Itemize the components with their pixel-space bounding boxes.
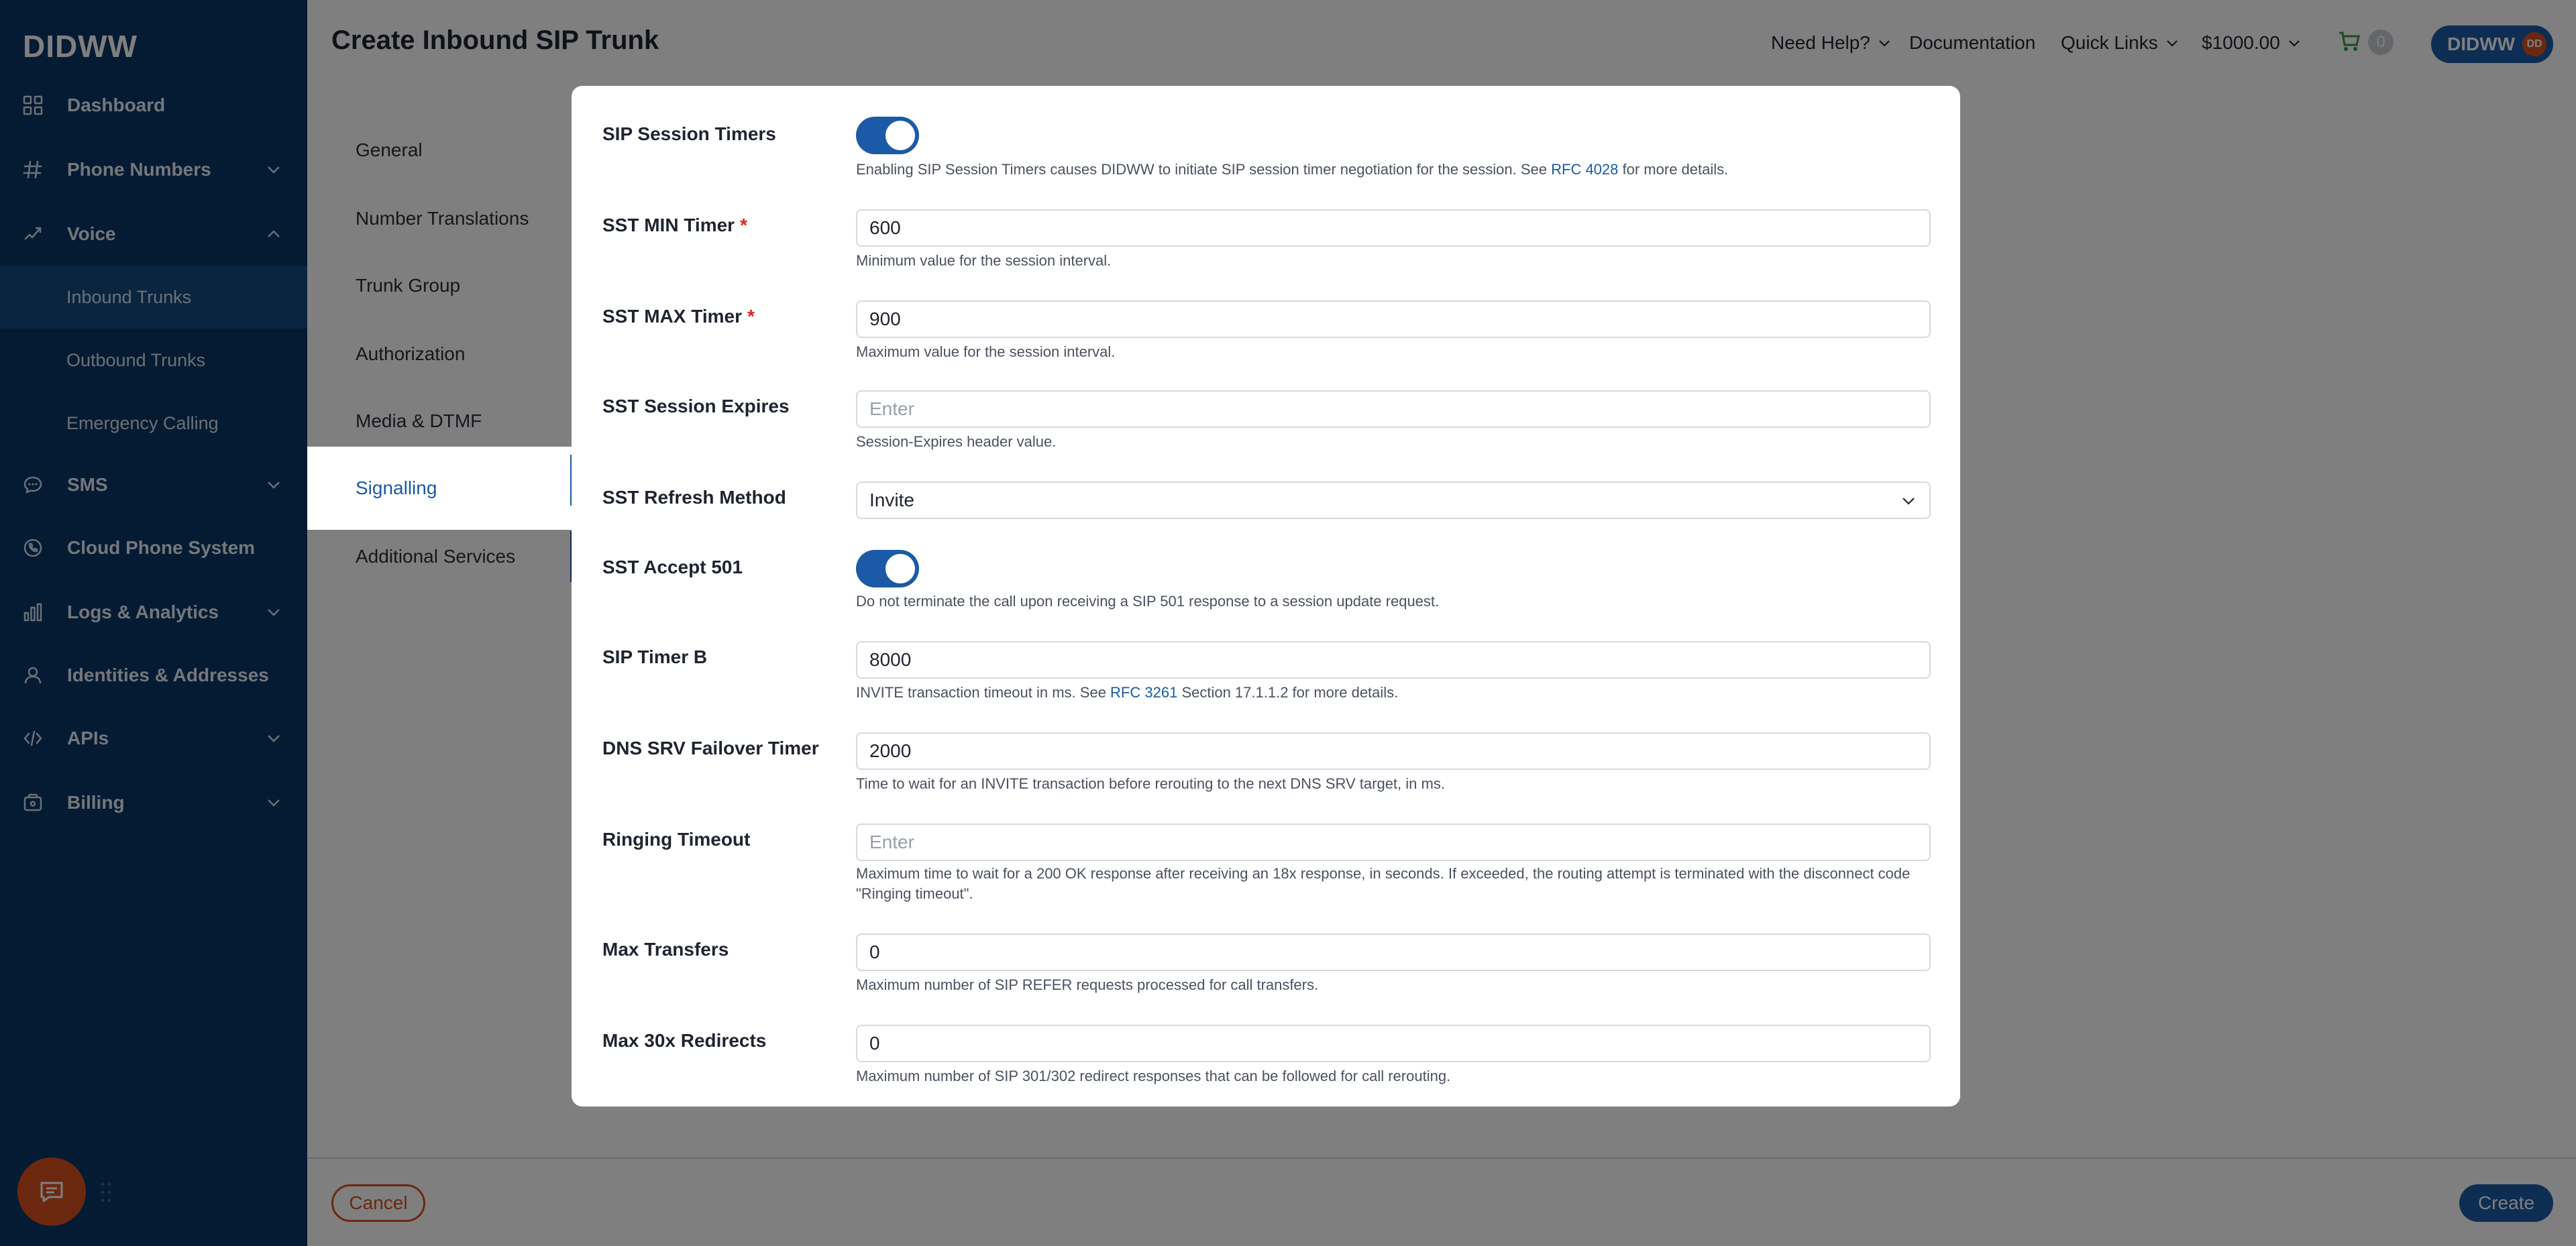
field-help: Do not terminate the call upon receiving… bbox=[856, 593, 1440, 610]
max-transfers-input[interactable]: 0 bbox=[856, 933, 1931, 971]
field-help: Enabling SIP Session Timers causes DIDWW… bbox=[856, 160, 1931, 180]
help-text: Enabling SIP Session Timers causes DIDWW… bbox=[856, 161, 1552, 178]
rfc-3261-link[interactable]: RFC 3261 bbox=[1110, 684, 1177, 701]
sst-accept-501-toggle[interactable] bbox=[856, 550, 919, 587]
toggle-knob bbox=[885, 121, 915, 150]
max-30x-redirects-input[interactable]: 0 bbox=[856, 1025, 1931, 1062]
sst-max-timer-input[interactable]: 900 bbox=[856, 300, 1931, 338]
field-help: Time to wait for an INVITE transaction b… bbox=[856, 775, 1445, 792]
select-value: Invite bbox=[869, 490, 914, 510]
field-label: DNS SRV Failover Timer bbox=[602, 738, 819, 758]
field-help: Maximum value for the session interval. bbox=[856, 343, 1116, 360]
sip-session-timers-toggle[interactable] bbox=[856, 117, 919, 154]
field-label: Ringing Timeout bbox=[602, 829, 751, 850]
required-asterisk: * bbox=[740, 215, 747, 235]
ringing-timeout-input[interactable]: Enter bbox=[856, 824, 1931, 861]
field-label: SST Session Expires bbox=[602, 396, 790, 416]
required-asterisk: * bbox=[747, 306, 755, 327]
field-label: SST Refresh Method bbox=[602, 487, 786, 508]
field-help: Minimum value for the session interval. bbox=[856, 252, 1112, 269]
field-label: SIP Session Timers bbox=[602, 123, 776, 144]
tab-label: Signalling bbox=[356, 477, 437, 498]
field-label: SST MAX Timer * bbox=[602, 306, 755, 327]
field-help: Maximum time to wait for a 200 OK respon… bbox=[856, 865, 1911, 902]
chevron-down-icon bbox=[1902, 498, 1915, 505]
sst-refresh-method-select[interactable]: Invite bbox=[856, 482, 1931, 519]
field-label: SST MIN Timer * bbox=[602, 215, 747, 236]
signalling-settings-modal: SIP Session Timers Enabling SIP Session … bbox=[572, 86, 1960, 1107]
sst-min-timer-input[interactable]: 600 bbox=[856, 209, 1931, 247]
sst-session-expires-input[interactable]: Enter bbox=[856, 390, 1931, 428]
field-label: Max 30x Redirects bbox=[602, 1030, 767, 1051]
help-text: for more details. bbox=[1618, 161, 1729, 178]
field-help: INVITE transaction timeout in ms. See RF… bbox=[856, 683, 1931, 703]
rfc-4028-link[interactable]: RFC 4028 bbox=[1551, 161, 1618, 178]
help-text: INVITE transaction timeout in ms. See bbox=[856, 684, 1111, 701]
sip-timer-b-input[interactable]: 8000 bbox=[856, 641, 1931, 679]
field-help: Maximum number of SIP REFER requests pro… bbox=[856, 976, 1319, 993]
field-help: Session-Expires header value. bbox=[856, 433, 1057, 450]
field-label: SST Accept 501 bbox=[602, 557, 743, 577]
toggle-knob bbox=[885, 554, 915, 583]
tab-signalling[interactable]: Signalling bbox=[307, 447, 573, 530]
field-help: Maximum number of SIP 301/302 redirect r… bbox=[856, 1068, 1451, 1084]
dns-srv-failover-timer-input[interactable]: 2000 bbox=[856, 732, 1931, 770]
field-label-text: SST MIN Timer bbox=[602, 215, 735, 235]
help-text: Section 17.1.1.2 for more details. bbox=[1177, 684, 1399, 701]
field-label: SIP Timer B bbox=[602, 646, 708, 667]
field-label-text: SST MAX Timer bbox=[602, 306, 742, 327]
field-label: Max Transfers bbox=[602, 939, 729, 960]
